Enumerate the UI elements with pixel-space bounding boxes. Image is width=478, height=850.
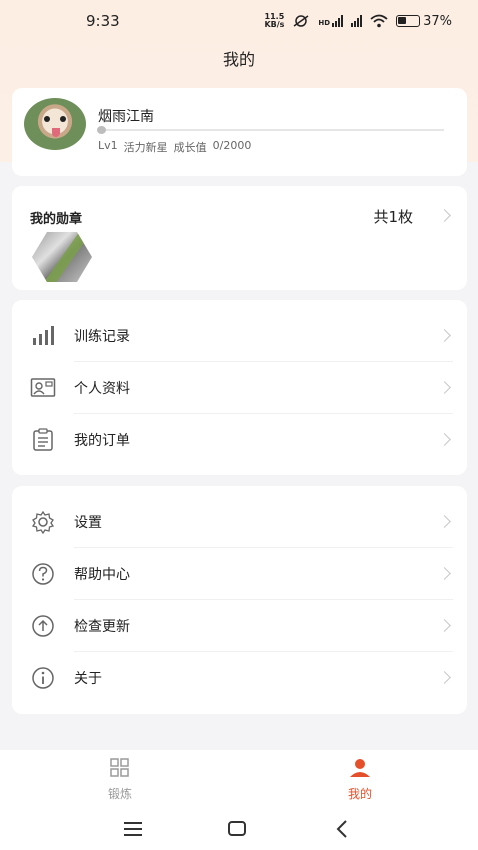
status-icons: 11.5 KB/s HD 37% — [264, 13, 452, 29]
profile-card[interactable]: 烟雨江南 Lv1 活力新星 成长值 0/2000 — [12, 88, 467, 176]
chevron-right-icon — [438, 209, 451, 222]
menu-group-records: 训练记录 个人资料 我的订单 — [12, 300, 467, 475]
growth-value: 0/2000 — [212, 139, 252, 152]
battery-indicator: 37% — [396, 14, 452, 29]
menu-item-about[interactable]: 关于 — [12, 652, 467, 704]
medals-title: 我的勋章 — [30, 212, 83, 227]
chevron-right-icon — [438, 433, 451, 446]
status-time: 9:33 — [86, 12, 120, 30]
menu-icon[interactable] — [118, 816, 148, 842]
growth-progress-bar — [98, 129, 444, 131]
battery-icon — [396, 15, 421, 27]
wifi-icon — [370, 14, 388, 28]
home-icon[interactable] — [222, 816, 252, 842]
chevron-right-icon — [438, 329, 451, 342]
bottom-tab-bar: 锻炼 我的 — [0, 750, 478, 808]
medals-card[interactable]: 我的勋章 共1枚 — [12, 186, 467, 290]
tab-exercise[interactable]: 锻炼 — [80, 758, 160, 802]
medals-count: 共1枚 — [373, 208, 413, 226]
grid-icon — [110, 758, 129, 777]
tab-label: 我的 — [347, 787, 372, 801]
menu-item-check-update[interactable]: 检查更新 — [12, 600, 467, 652]
menu-item-label: 关于 — [74, 671, 102, 687]
menu-item-profile[interactable]: 个人资料 — [12, 362, 467, 414]
chevron-right-icon — [438, 619, 451, 632]
medal-badge[interactable] — [32, 232, 92, 282]
menu-item-label: 检查更新 — [74, 619, 130, 635]
menu-item-training-records[interactable]: 训练记录 — [12, 310, 467, 362]
tab-mine[interactable]: 我的 — [320, 758, 400, 802]
gear-icon — [31, 510, 55, 534]
growth-label: 成长值 — [173, 141, 207, 154]
chevron-right-icon — [438, 567, 451, 580]
growth-progress-indicator — [97, 126, 106, 134]
menu-item-orders[interactable]: 我的订单 — [12, 414, 467, 466]
menu-item-label: 个人资料 — [74, 381, 130, 397]
alarm-off-icon — [293, 15, 309, 27]
question-icon — [32, 563, 54, 585]
menu-item-label: 训练记录 — [74, 329, 130, 345]
info-icon — [32, 667, 54, 689]
id-card-icon — [30, 378, 56, 397]
menu-group-settings: 设置 帮助中心 检查更新 关于 — [12, 486, 467, 714]
network-speed: 11.5 KB/s — [264, 12, 285, 29]
chevron-right-icon — [438, 381, 451, 394]
level-info: Lv1 活力新星 成长值 0/2000 — [98, 139, 251, 155]
system-navigation-bar — [0, 808, 478, 850]
person-icon — [350, 759, 370, 777]
upload-icon — [32, 615, 54, 637]
menu-item-help-center[interactable]: 帮助中心 — [12, 548, 467, 600]
avatar[interactable] — [24, 98, 86, 150]
menu-item-settings[interactable]: 设置 — [12, 496, 467, 548]
tab-label: 锻炼 — [107, 787, 132, 801]
chevron-right-icon — [438, 671, 451, 684]
page-title: 我的 — [222, 50, 255, 69]
status-bar: 9:33 11.5 KB/s HD 37% — [0, 0, 478, 42]
menu-item-label: 我的订单 — [74, 433, 130, 449]
chevron-right-icon — [438, 515, 451, 528]
level-name: 活力新星 — [123, 141, 168, 154]
signal-icon — [351, 15, 363, 27]
level-badge: Lv1 — [98, 139, 118, 152]
menu-item-label: 帮助中心 — [74, 567, 130, 583]
menu-item-label: 设置 — [74, 515, 102, 531]
hd-signal-icon: HD — [318, 15, 344, 27]
clipboard-icon — [33, 428, 53, 451]
back-icon[interactable] — [327, 816, 357, 842]
bar-chart-icon — [33, 326, 54, 345]
username: 烟雨江南 — [98, 109, 154, 125]
